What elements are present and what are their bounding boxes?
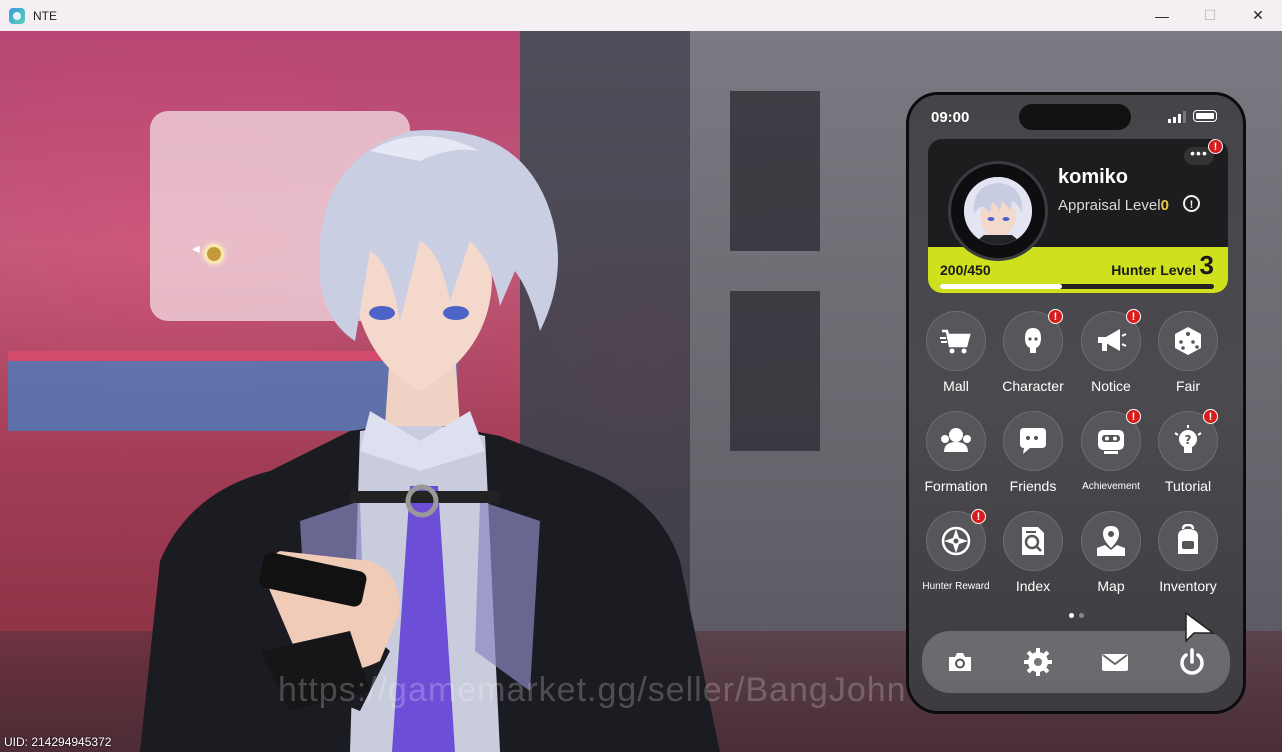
username: komiko	[1058, 166, 1129, 188]
phone-status-bar: 09:00	[909, 95, 1243, 137]
app-formation-button[interactable]: Formation	[917, 411, 995, 501]
megaphone-icon	[1098, 329, 1127, 351]
camera-icon	[949, 653, 971, 671]
page-dot[interactable]	[1079, 613, 1084, 618]
app-icon-circle	[1003, 511, 1063, 571]
exp-counter: 200/450	[940, 262, 991, 278]
exp-progress-fill	[940, 284, 1062, 289]
settings-icon	[1024, 648, 1052, 676]
camera-button[interactable]	[944, 646, 976, 678]
appraisal-level-label: Appraisal Level	[1058, 197, 1161, 214]
app-notice-button[interactable]: ! Notice	[1072, 309, 1150, 401]
app-label: Inventory	[1159, 578, 1217, 594]
player-uid: UID: 214294945372	[4, 735, 112, 749]
appraisal-level-value: 0	[1160, 197, 1169, 214]
map-icon	[1097, 526, 1125, 556]
index-icon	[1022, 527, 1044, 555]
settings-button[interactable]	[1022, 646, 1054, 678]
app-index-button[interactable]: Index	[994, 511, 1072, 601]
app-icon-circle	[926, 411, 986, 471]
app-icon-circle	[1158, 311, 1218, 371]
hunter-level-value: 3	[1199, 250, 1214, 280]
app-achievement-button[interactable]: ! Achievement	[1072, 409, 1150, 501]
mail-button[interactable]	[1099, 646, 1131, 678]
character-icon	[1025, 328, 1041, 353]
page-dot[interactable]	[1069, 613, 1074, 618]
app-icon-circle	[1081, 511, 1141, 571]
notification-badge: !	[1126, 309, 1141, 324]
app-mall-button[interactable]: Mall	[917, 311, 995, 401]
player-character	[140, 130, 720, 752]
battery-icon	[1193, 110, 1217, 122]
signal-icon	[1168, 111, 1186, 123]
app-fair-button[interactable]: Fair	[1149, 311, 1227, 401]
app-label: Friends	[1009, 478, 1057, 494]
appraisal-level: Appraisal Level0	[1058, 197, 1169, 214]
title-bar: NTE — ☐ ✕	[0, 0, 1282, 32]
app-label: Index	[1015, 578, 1051, 594]
cart-icon	[940, 329, 971, 354]
mouse-cursor-icon	[1185, 611, 1216, 643]
info-icon[interactable]: !	[1183, 195, 1200, 212]
notification-badge: !	[1203, 409, 1218, 424]
avatar-frame[interactable]	[948, 161, 1048, 261]
dice-icon	[1175, 327, 1201, 355]
app-hunter-reward-button[interactable]: ! Hunter Reward	[917, 509, 995, 601]
app-inventory-button[interactable]: Inventory	[1149, 511, 1227, 601]
notification-badge: !	[1048, 309, 1063, 324]
mail-icon	[1102, 654, 1128, 671]
window-title: NTE	[33, 8, 57, 23]
power-icon	[1180, 648, 1204, 675]
app-icon-circle	[1003, 411, 1063, 471]
app-tutorial-button[interactable]: ?! Tutorial	[1149, 409, 1227, 501]
power-button[interactable]	[1176, 646, 1208, 678]
app-label: Character	[1002, 378, 1064, 394]
minimize-button[interactable]: —	[1138, 0, 1186, 31]
compass-icon	[941, 526, 971, 556]
notification-badge: !	[1126, 409, 1141, 424]
chat-icon	[1020, 428, 1046, 454]
avatar	[964, 177, 1032, 245]
game-window: NTE — ☐ ✕ ◀ https://gamemarket.gg/seller…	[0, 0, 1282, 752]
exp-progress-bar	[940, 284, 1214, 289]
maximize-button[interactable]: ☐	[1186, 0, 1234, 31]
lightbulb-icon: ?	[1174, 425, 1202, 453]
hunter-level-label: Hunter Level	[1111, 262, 1196, 278]
formation-icon	[941, 428, 971, 452]
notification-badge: !	[971, 509, 986, 524]
app-label: Tutorial	[1164, 478, 1212, 494]
svg-text:?: ?	[1185, 433, 1192, 447]
app-logo-icon	[9, 7, 25, 24]
close-button[interactable]: ✕	[1234, 0, 1282, 31]
watermark-text: https://gamemarket.gg/seller/BangJohn	[278, 671, 907, 709]
app-icon-circle	[926, 311, 986, 371]
phone-clock: 09:00	[931, 109, 970, 126]
app-label: Fair	[1175, 378, 1201, 394]
backpack-icon	[1178, 524, 1198, 554]
achievement-icon	[1098, 430, 1124, 454]
app-icon-circle	[1158, 511, 1218, 571]
profile-card[interactable]: ••• ! komiko Appraisal Level0 ! 200/450 …	[928, 139, 1228, 293]
app-friends-button[interactable]: Friends	[994, 411, 1072, 501]
page-indicator	[1069, 613, 1084, 618]
app-map-button[interactable]: Map	[1072, 511, 1150, 601]
more-options-badge: !	[1208, 139, 1223, 154]
app-character-button[interactable]: ! Character	[994, 309, 1072, 401]
phone-notch	[1019, 104, 1131, 130]
